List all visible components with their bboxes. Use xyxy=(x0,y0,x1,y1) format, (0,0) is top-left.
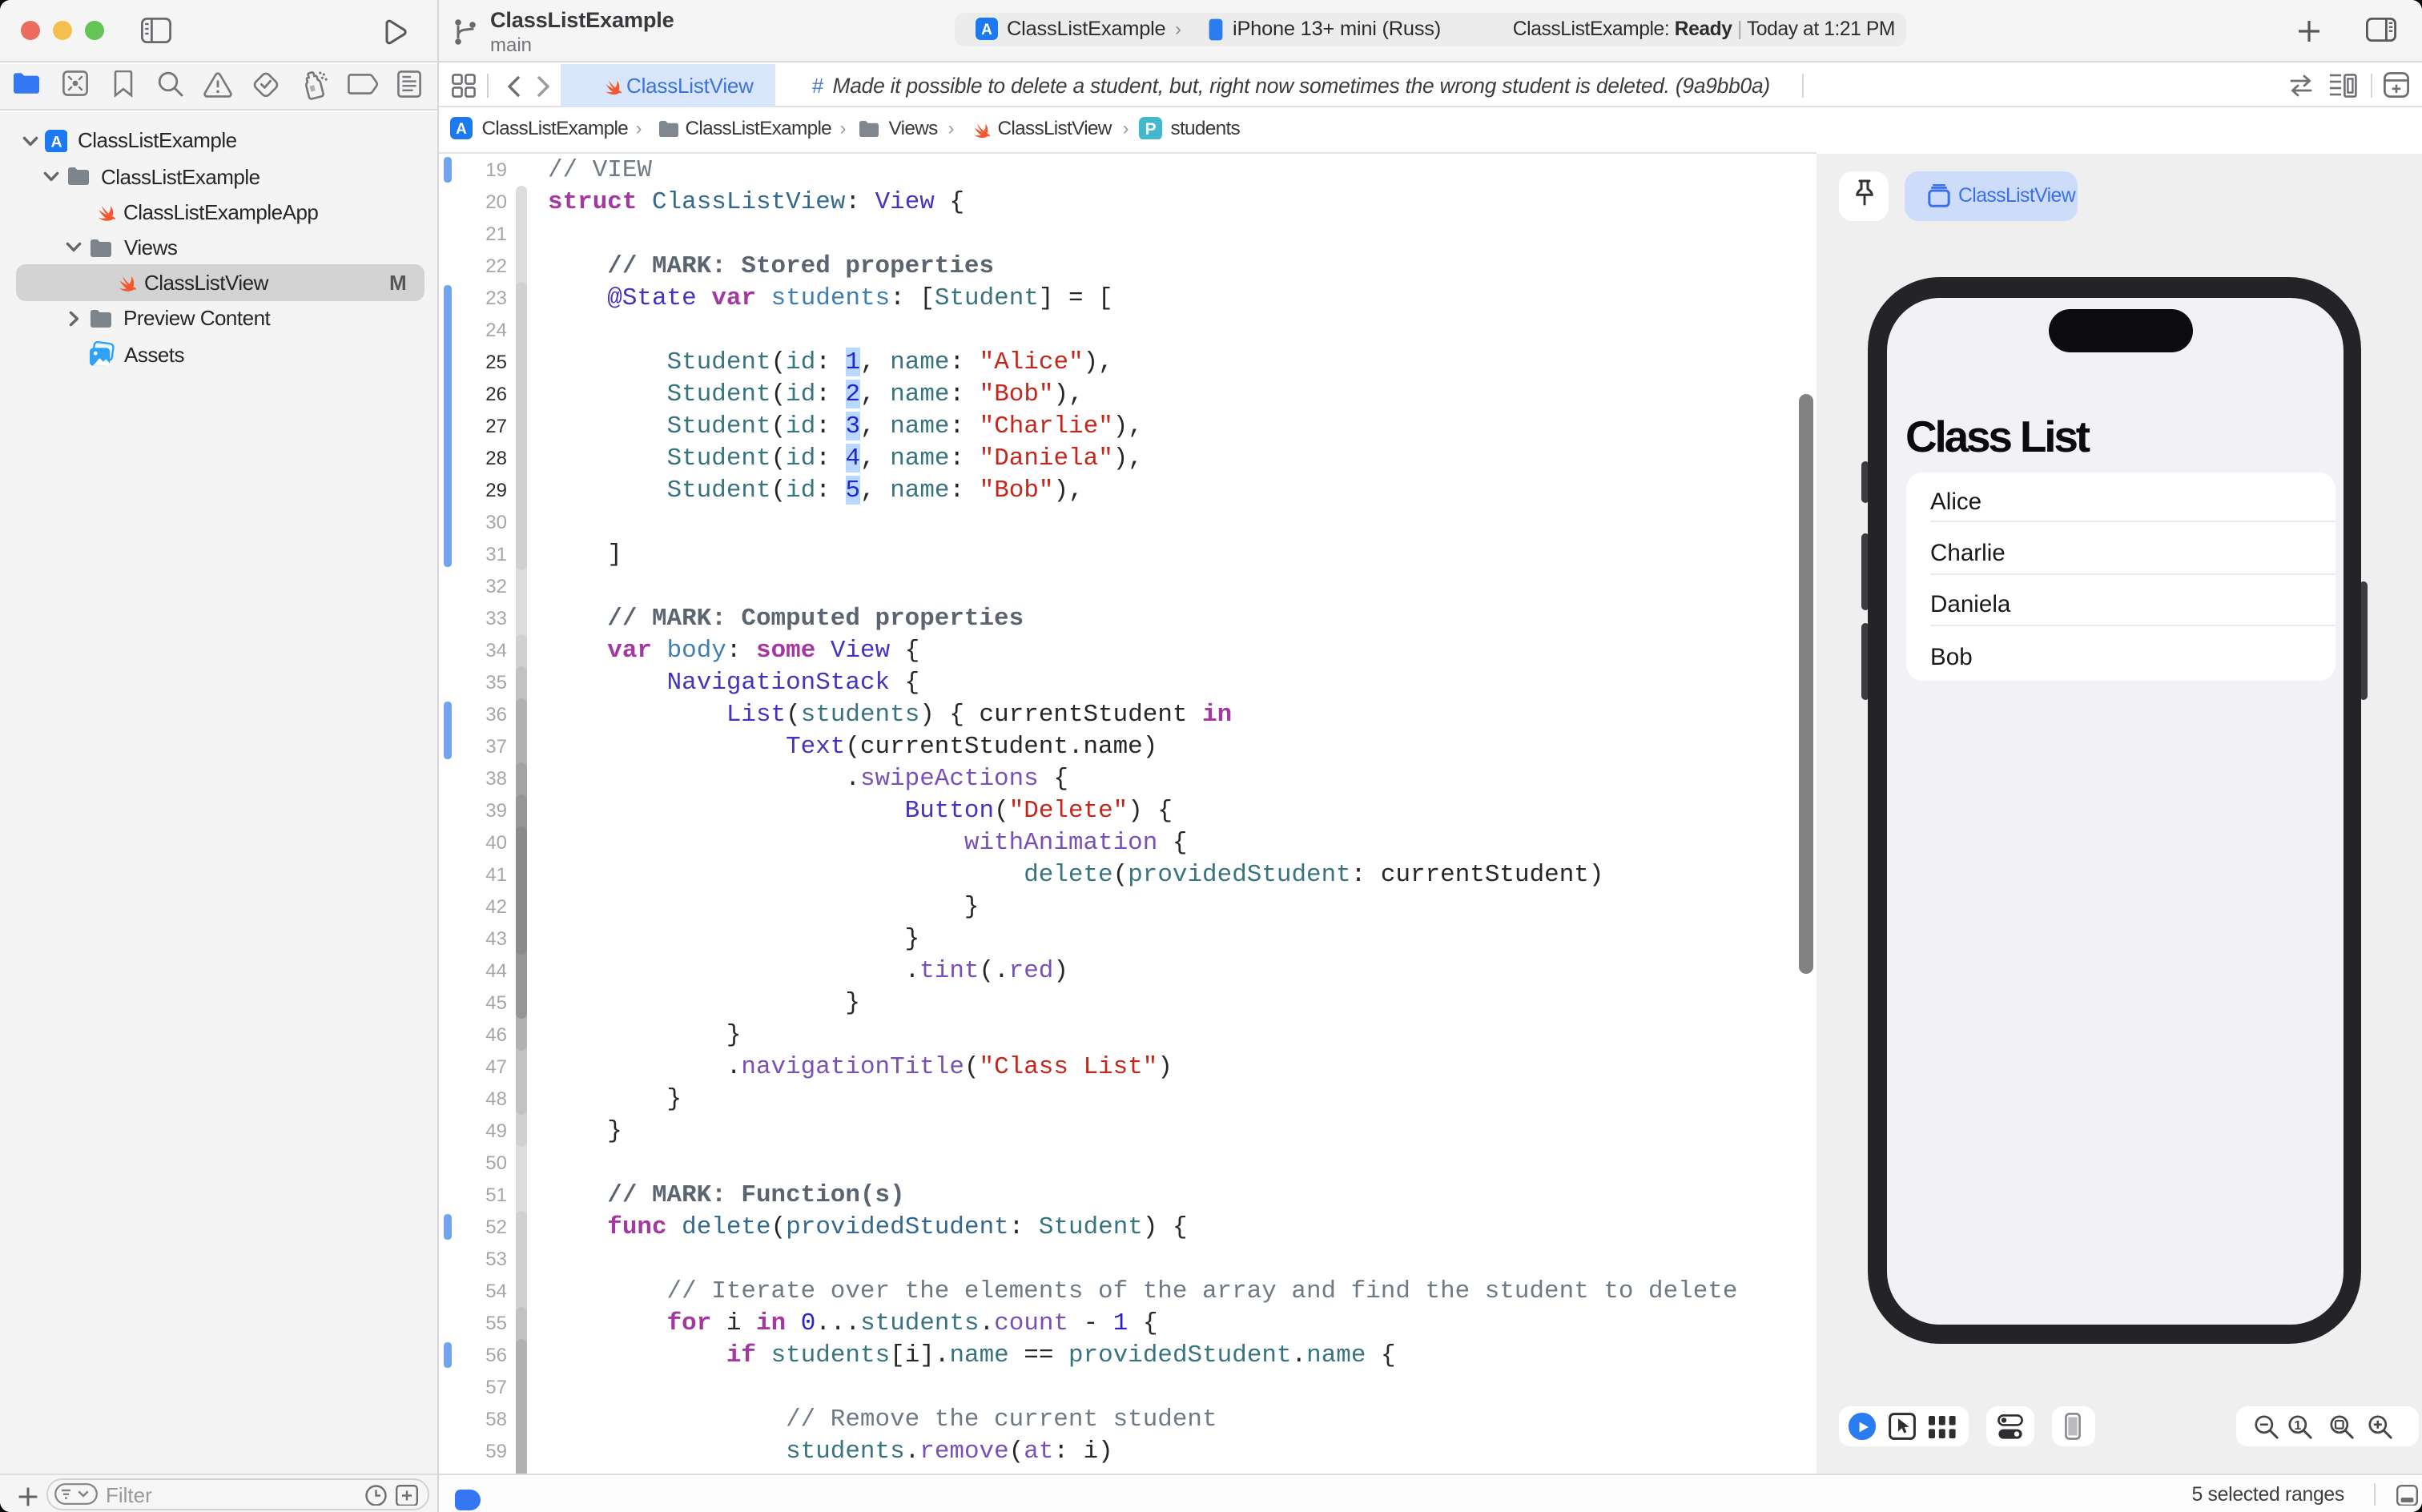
svg-text:A: A xyxy=(980,22,992,38)
svg-text:A: A xyxy=(456,121,467,138)
svg-text:P: P xyxy=(1145,120,1157,139)
svg-text:A: A xyxy=(50,133,62,151)
svg-text:1: 1 xyxy=(2293,1418,2300,1432)
